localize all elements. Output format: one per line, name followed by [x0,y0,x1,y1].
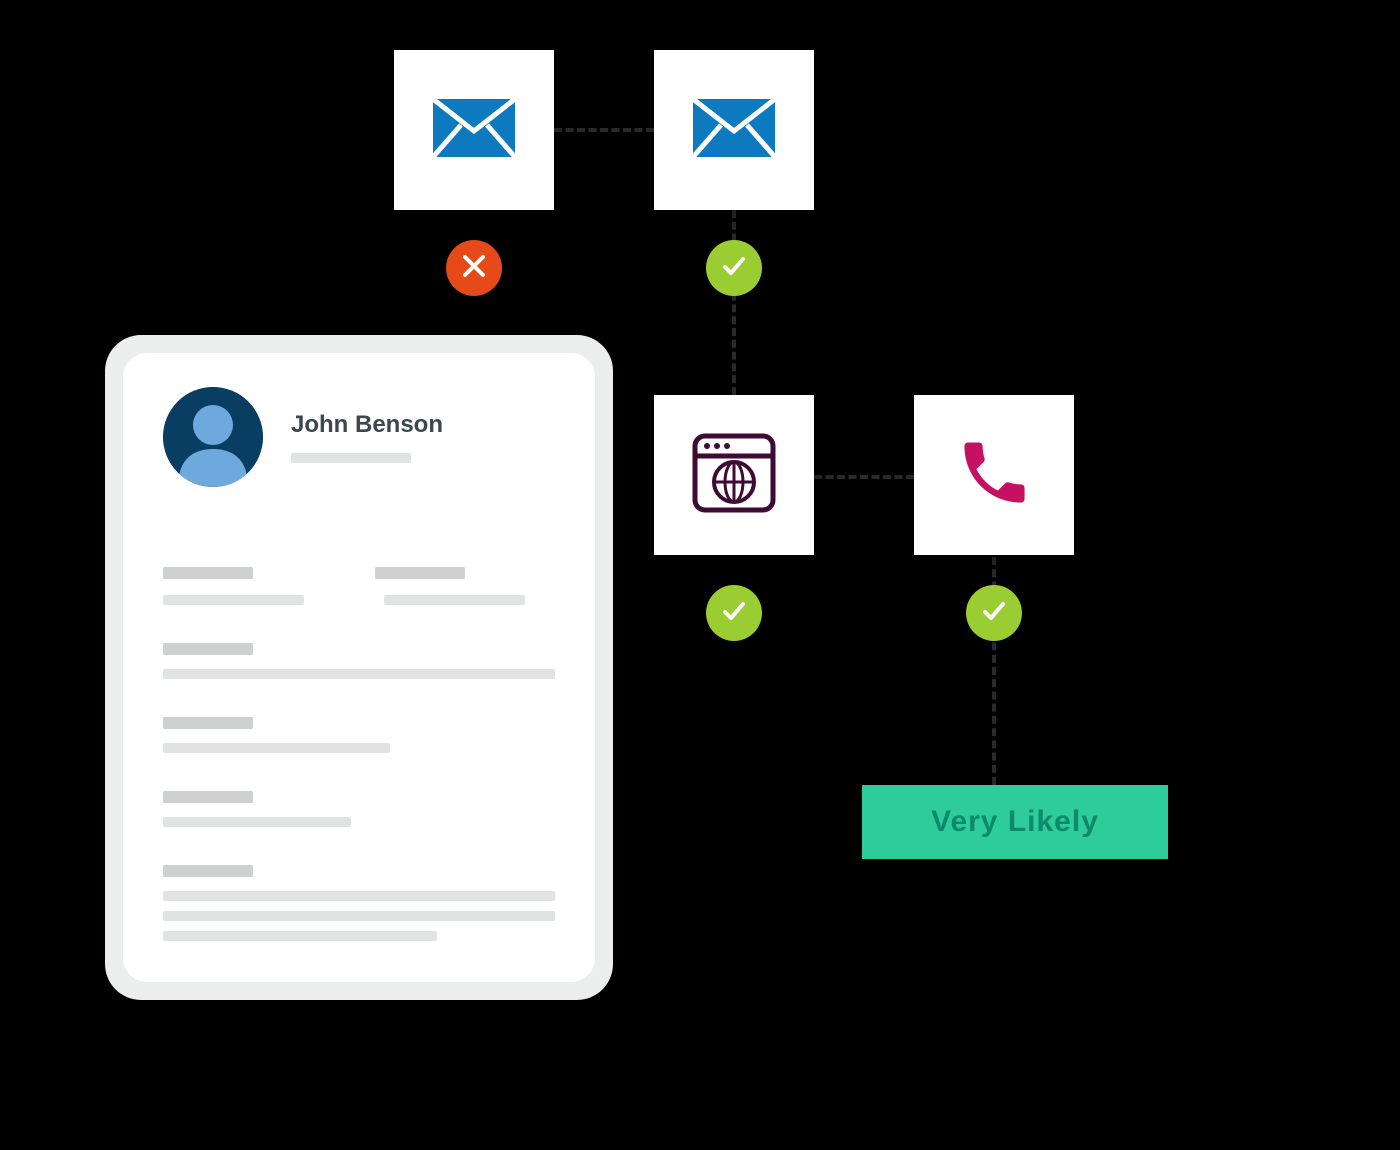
placeholder-line [163,669,555,679]
profile-section [163,717,555,753]
node-email-1 [394,50,554,210]
connector-web-to-phone [814,475,914,479]
profile-name: John Benson [291,411,443,439]
phone-icon [955,434,1033,517]
diagram-stage: Very Likely John Benson [0,0,1400,1150]
placeholder-line [163,791,253,803]
profile-section [163,791,555,827]
placeholder-line [163,595,304,605]
profile-section [163,865,555,941]
placeholder-line [163,891,555,901]
placeholder-line [163,817,351,827]
placeholder-line [163,567,253,579]
mail-icon [691,97,777,164]
placeholder-line [163,717,253,729]
check-icon [979,596,1009,631]
status-badge-ok [706,240,762,296]
placeholder-line [163,743,390,753]
connector-email1-to-email2 [554,128,654,132]
result-label: Very Likely [931,805,1099,839]
profile-section [163,643,555,679]
placeholder-line [163,865,253,877]
placeholder-line [291,453,411,463]
placeholder-line [163,911,555,921]
check-icon [719,596,749,631]
profile-header: John Benson [163,387,555,487]
profile-card: John Benson [105,335,613,1000]
browser-globe-icon [689,428,779,523]
node-phone [914,395,1074,555]
status-badge-ok [706,585,762,641]
node-email-2 [654,50,814,210]
check-icon [719,251,749,286]
result-chip: Very Likely [862,785,1168,859]
status-badge-ok [966,585,1022,641]
node-web [654,395,814,555]
profile-section [163,567,555,605]
connector-email2-to-web [732,210,736,395]
placeholder-line [375,567,465,579]
profile-card-inner: John Benson [123,353,595,982]
status-badge-fail [446,240,502,296]
mail-icon [431,97,517,164]
x-icon [461,253,487,284]
avatar [163,387,263,487]
placeholder-line [163,931,437,941]
placeholder-line [384,595,525,605]
placeholder-line [163,643,253,655]
